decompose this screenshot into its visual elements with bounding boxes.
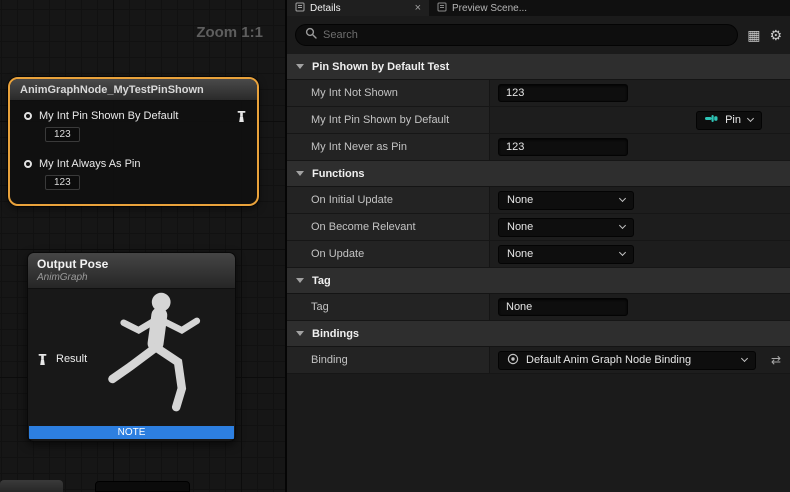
section-pin-shown-by-default-test[interactable]: Pin Shown by Default Test xyxy=(287,54,790,80)
row-on-initial-update: On Initial Update None xyxy=(287,187,790,214)
tag-input[interactable] xyxy=(498,298,628,316)
dropdown-value: None xyxy=(507,194,533,206)
node-body: My Int Pin Shown By Default 123 xyxy=(10,101,257,204)
chevron-down-icon xyxy=(741,355,748,362)
note-banner[interactable]: NOTE xyxy=(29,426,234,439)
details-panel: Details × Preview Scene... xyxy=(285,0,790,492)
pin-row: My Int Pin Shown By Default 123 xyxy=(24,110,249,142)
on-initial-update-dropdown[interactable]: None xyxy=(498,191,634,210)
close-icon[interactable]: × xyxy=(415,3,421,14)
node-title[interactable]: AnimGraphNode_MyTestPinShown xyxy=(10,79,257,101)
my-int-never-as-pin-input[interactable] xyxy=(498,138,628,156)
pin-value-box[interactable]: 123 xyxy=(45,127,80,142)
property-label: Tag xyxy=(287,294,489,320)
chevron-down-icon xyxy=(747,115,754,122)
chevron-down-icon xyxy=(619,249,626,256)
chevron-down-icon xyxy=(296,331,304,336)
chevron-down-icon xyxy=(296,278,304,283)
section-functions[interactable]: Functions xyxy=(287,161,790,187)
binding-dropdown[interactable]: Default Anim Graph Node Binding xyxy=(498,351,756,370)
tab-details[interactable]: Details × xyxy=(287,0,429,16)
pin-label: My Int Pin Shown By Default xyxy=(39,110,178,122)
row-on-become-relevant: On Become Relevant None xyxy=(287,214,790,241)
output-node-subtitle: AnimGraph xyxy=(37,272,226,283)
zoom-level-label: Zoom 1:1 xyxy=(196,24,263,41)
dropdown-value: None xyxy=(507,248,533,260)
pin-icon xyxy=(705,114,718,126)
pin-label: My Int Always As Pin xyxy=(39,158,140,170)
row-tag: Tag xyxy=(287,294,790,321)
mannequin-image xyxy=(99,289,229,439)
panel-tab-bar: Details × Preview Scene... xyxy=(287,0,790,16)
pin-jack-icon[interactable] xyxy=(237,111,246,122)
pin-visibility-dropdown[interactable]: Pin xyxy=(696,111,762,130)
row-my-int-pin-shown-by-default: My Int Pin Shown by Default Pin xyxy=(287,107,790,134)
search-input[interactable] xyxy=(323,29,728,41)
section-title: Functions xyxy=(312,168,365,180)
search-input-container[interactable] xyxy=(295,24,738,46)
anim-graph-node-selected[interactable]: AnimGraphNode_MyTestPinShown My Int Pin … xyxy=(8,77,259,206)
output-node-title: Output Pose xyxy=(37,257,226,271)
settings-gear-icon[interactable]: ⚙ xyxy=(769,28,782,42)
preview-scene-tab-icon xyxy=(437,2,447,15)
result-pin[interactable]: Result xyxy=(38,353,87,365)
property-label: My Int Never as Pin xyxy=(287,134,489,160)
on-become-relevant-dropdown[interactable]: None xyxy=(498,218,634,237)
chevron-down-icon xyxy=(619,222,626,229)
int-pin-icon[interactable] xyxy=(24,112,32,120)
pin-value-box[interactable]: 123 xyxy=(45,175,80,190)
row-on-update: On Update None xyxy=(287,241,790,268)
section-bindings[interactable]: Bindings xyxy=(287,321,790,347)
property-label: On Become Relevant xyxy=(287,214,489,240)
int-pin-icon[interactable] xyxy=(24,160,32,168)
anim-graph-canvas[interactable]: Zoom 1:1 AnimGraphNode_MyTestPinShown My… xyxy=(0,0,285,492)
tab-label: Details xyxy=(310,3,341,14)
dropdown-value: Pin xyxy=(725,114,741,126)
chevron-down-icon xyxy=(296,64,304,69)
unreal-editor-window: Zoom 1:1 AnimGraphNode_MyTestPinShown My… xyxy=(0,0,790,492)
search-row: ▦ ⚙ xyxy=(287,16,790,54)
row-my-int-not-shown: My Int Not Shown xyxy=(287,80,790,107)
section-tag[interactable]: Tag xyxy=(287,268,790,294)
property-label: On Initial Update xyxy=(287,187,489,213)
output-node-header[interactable]: Output Pose AnimGraph xyxy=(28,253,235,289)
search-icon xyxy=(305,26,317,44)
chevron-down-icon xyxy=(296,171,304,176)
section-title: Pin Shown by Default Test xyxy=(312,61,449,73)
my-int-not-shown-input[interactable] xyxy=(498,84,628,102)
output-pose-node[interactable]: Output Pose AnimGraph xyxy=(27,252,236,442)
section-title: Tag xyxy=(312,275,331,287)
chevron-down-icon xyxy=(619,195,626,202)
pin-row: My Int Always As Pin 123 xyxy=(24,158,249,190)
node-fragment xyxy=(0,480,63,492)
property-label: On Update xyxy=(287,241,489,267)
row-my-int-never-as-pin: My Int Never as Pin xyxy=(287,134,790,161)
dropdown-value: None xyxy=(507,221,533,233)
pose-pin-icon xyxy=(38,354,47,365)
property-label: Binding xyxy=(287,347,489,373)
tab-label: Preview Scene... xyxy=(452,3,527,14)
binding-icon xyxy=(507,353,519,368)
node-fragment xyxy=(95,481,190,492)
section-title: Bindings xyxy=(312,328,359,340)
details-tab-icon xyxy=(295,2,305,15)
row-binding: Binding Default Anim Graph Node Binding … xyxy=(287,347,790,374)
bind-arrows-icon[interactable]: ⇄ xyxy=(771,353,782,367)
display-filter-icon[interactable]: ▦ xyxy=(747,28,760,42)
property-label: My Int Not Shown xyxy=(287,80,489,106)
property-label: My Int Pin Shown by Default xyxy=(287,107,489,133)
on-update-dropdown[interactable]: None xyxy=(498,245,634,264)
dropdown-value: Default Anim Graph Node Binding xyxy=(526,354,735,366)
result-pin-label: Result xyxy=(56,353,87,365)
tab-preview-scene[interactable]: Preview Scene... xyxy=(429,0,535,16)
